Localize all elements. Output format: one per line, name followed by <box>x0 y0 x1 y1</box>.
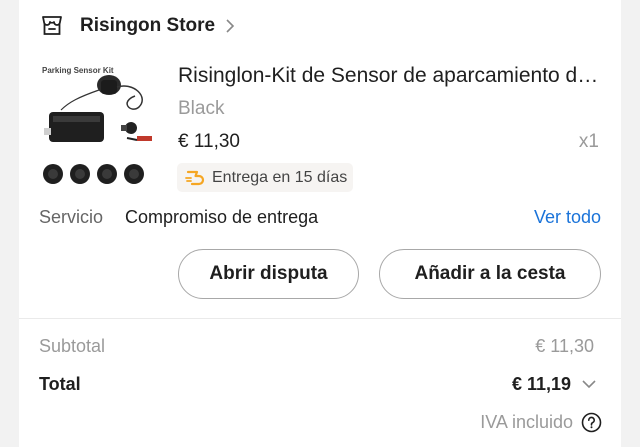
image-caption: Parking Sensor Kit <box>42 66 114 75</box>
total-label: Total <box>39 374 81 394</box>
see-all-link[interactable]: Ver todo <box>534 207 601 228</box>
subtotal-value: € 11,30 <box>535 336 594 356</box>
total-value: € 11,19 <box>511 374 571 394</box>
store-icon <box>42 16 62 35</box>
vat-row: IVA incluido <box>480 412 602 433</box>
vat-text: IVA incluido <box>480 412 573 432</box>
store-header[interactable]: Risingon Store <box>40 12 237 40</box>
service-value: Compromiso de entrega <box>125 207 319 227</box>
order-card: Risingon Store Parking Sensor Kit Rising… <box>19 0 621 447</box>
parking-sensor-kit-image: Parking Sensor Kit <box>42 66 152 184</box>
divider <box>19 318 621 319</box>
help-icon[interactable] <box>581 412 602 433</box>
open-dispute-button[interactable]: Abrir disputa <box>178 249 359 299</box>
product-price: € 11,30 <box>178 131 240 152</box>
product-variant: Black <box>178 98 225 119</box>
store-name[interactable]: Risingon Store <box>80 15 215 37</box>
service-label: Servicio <box>39 207 104 227</box>
chevron-down-icon[interactable] <box>581 377 597 391</box>
add-to-cart-button[interactable]: Añadir a la cesta <box>379 249 601 299</box>
subtotal-label: Subtotal <box>39 336 106 356</box>
chevron-right-icon[interactable] <box>223 18 237 34</box>
delivery-badge: Entrega en 15 días <box>177 163 353 192</box>
product-title[interactable]: Risinglon-Kit de Sensor de aparcamiento … <box>178 62 603 90</box>
delivery-text: Entrega en 15 días <box>212 168 348 186</box>
product-quantity: x1 <box>578 131 599 152</box>
product-image[interactable]: Parking Sensor Kit <box>39 62 161 190</box>
fast-delivery-icon <box>185 170 205 185</box>
